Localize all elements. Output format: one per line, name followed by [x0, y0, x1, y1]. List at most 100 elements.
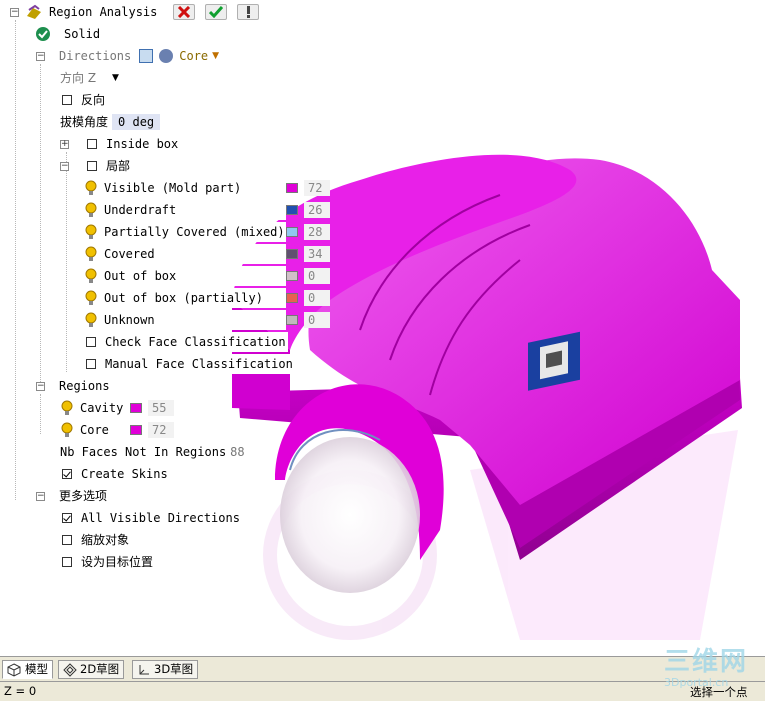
category-row[interactable]: Underdraft 26 — [84, 200, 330, 220]
create-skins-row[interactable]: Create Skins — [62, 464, 170, 484]
model-lens — [280, 437, 420, 593]
draft-angle-input[interactable]: 0 deg — [112, 114, 161, 130]
category-count: 26 — [304, 202, 330, 218]
solid-row[interactable]: Solid — [36, 24, 102, 44]
category-row[interactable]: Partially Covered (mixed) 28 — [84, 222, 330, 242]
info-button[interactable] — [237, 4, 260, 20]
tab-3d-sketch-label: 3D草图 — [154, 662, 194, 676]
tab-3d-sketch[interactable]: 3D草图 — [132, 660, 199, 679]
check-face-checkbox[interactable] — [86, 337, 96, 347]
local-checkbox[interactable] — [87, 161, 97, 171]
tab-model-label: 模型 — [25, 662, 48, 676]
nb-faces-value: 88 — [230, 445, 245, 459]
inside-box-toggle[interactable]: + — [60, 139, 69, 149]
region-row[interactable]: Core 72 — [60, 420, 174, 440]
category-label: Out of box (partially) — [102, 288, 286, 308]
region-color-swatch[interactable] — [130, 403, 142, 413]
region-count: 55 — [148, 400, 174, 416]
sketch-3d-icon — [137, 663, 151, 677]
category-row[interactable]: Unknown 0 — [84, 310, 330, 330]
watermark-url: 3Dportal.cn — [664, 676, 729, 689]
direction-edit-icon[interactable] — [139, 49, 154, 63]
all-visible-label: All Visible Directions — [81, 511, 240, 525]
inside-box-row[interactable]: + Inside box — [60, 134, 180, 154]
category-color-swatch[interactable] — [286, 249, 298, 259]
create-skins-checkbox[interactable] — [62, 469, 72, 479]
region-count: 72 — [148, 422, 174, 438]
inside-box-label: Inside box — [106, 137, 179, 151]
cancel-button[interactable] — [173, 4, 196, 20]
lightbulb-icon[interactable] — [84, 290, 98, 306]
direction-delete-icon[interactable] — [159, 49, 174, 63]
category-label: Covered — [102, 244, 286, 264]
category-label: Partially Covered (mixed) — [102, 222, 286, 242]
collapse-toggle[interactable]: − — [10, 7, 19, 17]
all-visible-checkbox[interactable] — [62, 513, 72, 523]
direction-select[interactable]: 方向 Z — [58, 68, 98, 88]
all-visible-row[interactable]: All Visible Directions — [62, 508, 242, 528]
regions-toggle[interactable]: − — [36, 381, 45, 391]
manual-face-row[interactable]: Manual Face Classification — [86, 354, 295, 374]
tab-model[interactable]: 模型 — [2, 660, 53, 679]
category-color-swatch[interactable] — [286, 293, 298, 303]
lightbulb-icon[interactable] — [84, 268, 98, 284]
lightbulb-icon[interactable] — [84, 246, 98, 262]
category-color-swatch[interactable] — [286, 271, 298, 281]
ok-button[interactable] — [205, 4, 228, 20]
region-color-swatch[interactable] — [130, 425, 142, 435]
dropdown-arrow-icon[interactable]: ▼ — [212, 46, 219, 66]
category-row[interactable]: Out of box 0 — [84, 266, 330, 286]
local-row[interactable]: − 局部 — [60, 156, 132, 176]
watermark-logo: 三维网 3Dportal.cn — [664, 648, 760, 690]
category-row[interactable]: Visible (Mold part) 72 — [84, 178, 330, 198]
lightbulb-icon[interactable] — [84, 312, 98, 328]
set-target-row[interactable]: 设为目标位置 — [62, 552, 155, 572]
status-bar: Z = 0 选择一个点 — [0, 682, 765, 701]
region-label: Core — [78, 420, 130, 440]
watermark-title: 三维网 — [664, 647, 749, 677]
tree-root-row: − Region Analysis — [10, 2, 260, 22]
category-row[interactable]: Out of box (partially) 0 — [84, 288, 330, 308]
category-count: 0 — [304, 290, 330, 306]
directions-row: − Directions Core ▼ — [36, 46, 219, 66]
set-target-checkbox[interactable] — [62, 557, 72, 567]
category-color-swatch[interactable] — [286, 227, 298, 237]
lightbulb-icon[interactable] — [84, 180, 98, 196]
reverse-row[interactable]: 反向 — [62, 90, 107, 110]
manual-face-checkbox[interactable] — [86, 359, 96, 369]
direction-select-row[interactable]: 方向 Z ▼ — [58, 68, 119, 88]
more-options-toggle[interactable]: − — [36, 491, 45, 501]
lightbulb-icon[interactable] — [84, 202, 98, 218]
draft-angle-label: 拔模角度 — [60, 115, 109, 129]
category-label: Visible (Mold part) — [102, 178, 286, 198]
category-label: Out of box — [102, 266, 286, 286]
category-color-swatch[interactable] — [286, 205, 298, 215]
local-toggle[interactable]: − — [60, 161, 69, 171]
direction-core-label[interactable]: Core — [177, 46, 210, 66]
category-color-swatch[interactable] — [286, 315, 298, 325]
lightbulb-icon[interactable] — [60, 422, 74, 438]
category-row[interactable]: Covered 34 — [84, 244, 330, 264]
reverse-checkbox[interactable] — [62, 95, 72, 105]
category-color-swatch[interactable] — [286, 183, 298, 193]
lightbulb-icon[interactable] — [84, 224, 98, 240]
nb-faces-row: Nb Faces Not In Regions 88 — [58, 442, 247, 462]
category-count: 0 — [304, 312, 330, 328]
check-face-row[interactable]: Check Face Classification — [86, 332, 288, 352]
region-row[interactable]: Cavity 55 — [60, 398, 174, 418]
region-analysis-icon — [25, 4, 43, 20]
cube-icon — [7, 662, 21, 677]
scale-row[interactable]: 缩放对象 — [62, 530, 131, 550]
tab-2d-sketch[interactable]: 2D草图 — [58, 660, 125, 679]
category-label: Underdraft — [102, 200, 286, 220]
lightbulb-icon[interactable] — [60, 400, 74, 416]
check-face-label: Check Face Classification — [103, 332, 288, 352]
category-count: 72 — [304, 180, 330, 196]
chevron-down-icon[interactable]: ▼ — [112, 68, 119, 88]
tab-2d-sketch-label: 2D草图 — [80, 662, 120, 676]
feature-title: Region Analysis — [49, 5, 158, 19]
inside-box-checkbox[interactable] — [87, 139, 97, 149]
scale-checkbox[interactable] — [62, 535, 72, 545]
category-count: 34 — [304, 246, 330, 262]
directions-toggle[interactable]: − — [36, 51, 45, 61]
